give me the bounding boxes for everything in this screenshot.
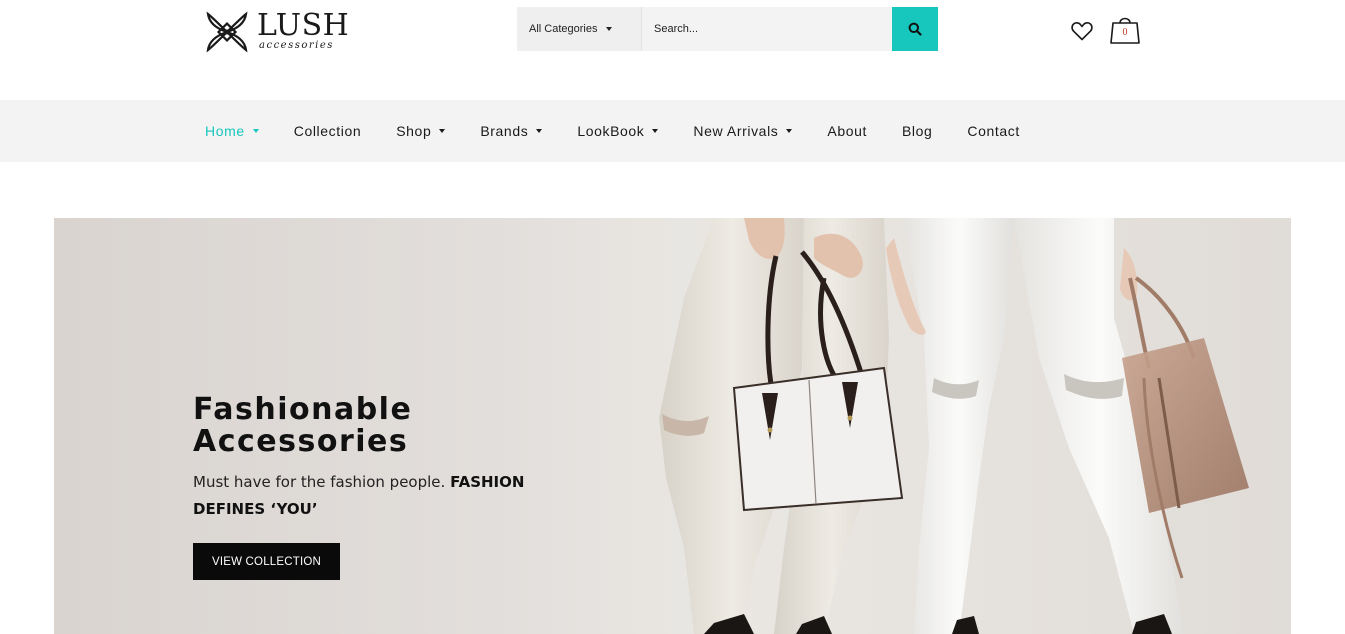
hero-subtitle: Must have for the fashion people. FASHIO… — [193, 469, 553, 523]
nav-item-blog[interactable]: Blog — [902, 123, 932, 139]
nav-item-contact[interactable]: Contact — [967, 123, 1019, 139]
category-select[interactable]: All Categories — [517, 7, 642, 51]
nav-item-label: LookBook — [577, 123, 645, 139]
search-bar: All Categories — [517, 7, 938, 51]
nav-item-collection[interactable]: Collection — [294, 123, 361, 139]
nav-item-label: About — [827, 123, 867, 139]
nav-item-new-arrivals[interactable]: New Arrivals — [693, 123, 793, 139]
caret-down-icon — [786, 129, 793, 133]
logo-mark-icon — [206, 11, 248, 53]
caret-down-icon — [652, 129, 659, 133]
nav-item-lookbook[interactable]: LookBook — [577, 123, 659, 139]
main-navigation: Home Collection Shop Brands LookBook New… — [0, 100, 1345, 162]
nav-item-label: Brands — [480, 123, 529, 139]
view-collection-button[interactable]: VIEW COLLECTION — [193, 543, 340, 580]
nav-item-label: New Arrivals — [693, 123, 779, 139]
caret-down-icon — [439, 129, 446, 133]
cart-button[interactable]: 0 — [1108, 12, 1142, 46]
nav-item-label: Blog — [901, 123, 933, 139]
site-header: LUSH accessories All Categories 0 — [0, 0, 1345, 100]
search-icon — [908, 22, 922, 36]
hero-title: Fashionable Accessories — [193, 394, 553, 458]
nav-item-label: Home — [205, 123, 245, 139]
category-select-label: All Categories — [529, 23, 598, 35]
caret-down-icon — [252, 129, 259, 133]
nav-item-label: Shop — [396, 123, 432, 139]
search-input[interactable] — [642, 7, 892, 51]
hero-subtitle-regular: Must have for the fashion people. — [193, 473, 451, 491]
caret-down-icon — [536, 129, 543, 133]
brand-logo[interactable]: LUSH accessories — [205, 8, 349, 56]
caret-down-icon — [606, 27, 613, 31]
nav-item-label: Contact — [967, 123, 1020, 139]
hero-title-line-2: Accessories — [193, 424, 409, 459]
brand-name: LUSH — [257, 8, 350, 43]
nav-item-about[interactable]: About — [827, 123, 867, 139]
heart-icon[interactable] — [1070, 19, 1094, 43]
nav-menu: Home Collection Shop Brands LookBook New… — [205, 100, 1055, 162]
hero-title-line-1: Fashionable — [193, 392, 413, 427]
hero-banner: Fashionable Accessories Must have for th… — [54, 218, 1291, 634]
nav-item-home[interactable]: Home — [205, 123, 259, 139]
nav-item-shop[interactable]: Shop — [396, 123, 446, 139]
brand-subtitle: accessories — [259, 40, 334, 51]
nav-item-brands[interactable]: Brands — [480, 123, 543, 139]
cart-count-badge: 0 — [1122, 27, 1128, 38]
search-button[interactable] — [892, 7, 938, 51]
nav-item-label: Collection — [293, 123, 362, 139]
